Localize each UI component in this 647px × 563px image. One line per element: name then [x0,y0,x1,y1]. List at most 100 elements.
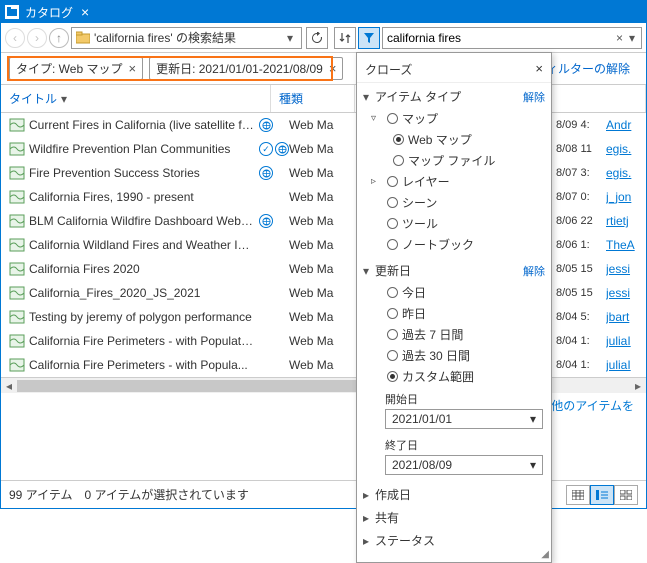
row-type: Web Ma [289,190,349,204]
filter-panel-close-icon[interactable]: × [535,61,543,78]
address-bar[interactable]: 'california fires' の検索結果 ▾ [71,27,302,49]
filter-panel-title: クローズ [365,61,412,78]
row-date: 8/07 3: [556,167,606,179]
chip-remove-icon[interactable]: × [128,61,136,76]
node-tool[interactable]: ツール [371,213,545,234]
search-clear-icon[interactable]: × [612,31,627,45]
radio-icon[interactable] [387,287,398,298]
radio-icon[interactable] [387,197,398,208]
nav-up-button[interactable]: ↑ [49,28,69,48]
address-dropdown-icon[interactable]: ▾ [283,31,297,45]
node-map-file[interactable]: マップ ファイル [393,150,545,171]
radio-icon[interactable] [393,134,404,145]
radio-icon[interactable] [387,371,398,382]
chip-remove-icon[interactable]: × [329,61,337,76]
node-custom[interactable]: カスタム範囲 [371,366,545,387]
row-owner-link[interactable]: jessi [606,286,642,300]
nav-back-button[interactable]: ‹ [5,28,25,48]
map-item-icon [9,357,25,373]
radio-icon[interactable] [393,155,404,166]
chip-label: 更新日: 2021/01/01-2021/08/09 [156,60,323,77]
column-type[interactable]: 種類 [271,85,355,112]
map-item-icon [9,261,25,277]
caret-down-icon: ▾ [363,90,375,104]
row-date: 8/04 5: [556,311,606,323]
row-owner-link[interactable]: jbart [606,310,642,324]
node-layer[interactable]: ▹レイヤー [371,171,545,192]
search-dropdown-icon[interactable]: ▾ [627,31,637,45]
caret-right-icon: ▹ [371,176,383,187]
caret-right-icon: ▸ [363,511,375,525]
row-type: Web Ma [289,310,349,324]
node-last7[interactable]: 過去 7 日間 [371,324,545,345]
filter-chip-type[interactable]: タイプ: Web マップ × [9,57,143,80]
row-owner-link[interactable]: juliaI [606,334,642,348]
scroll-left-icon[interactable]: ◂ [1,379,17,393]
row-title: Testing by jeremy of polygon performance [29,310,259,324]
row-title: Fire Prevention Success Stories [29,166,259,180]
node-last30[interactable]: 過去 30 日間 [371,345,545,366]
row-owner-link[interactable]: egis. [606,142,642,156]
row-title: Current Fires in California (live satell… [29,118,259,132]
row-type: Web Ma [289,166,349,180]
column-title[interactable]: タイトル ▾ [1,85,271,112]
radio-icon[interactable] [387,350,398,361]
radio-icon[interactable] [387,329,398,340]
scroll-right-icon[interactable]: ▸ [630,379,646,393]
map-item-icon [9,309,25,325]
radio-icon[interactable] [387,113,398,124]
filter-button[interactable] [358,27,380,49]
row-owner-link[interactable]: juliaI [606,358,642,372]
radio-icon[interactable] [387,308,398,319]
caret-down-icon: ▿ [371,113,383,124]
section-status[interactable]: ▸ステータス [363,529,545,552]
release-link[interactable]: 解除 [523,263,545,279]
row-owner-link[interactable]: Andr [606,118,642,132]
section-updated[interactable]: ▾ 更新日 解除 [363,259,545,282]
map-item-icon [9,213,25,229]
section-item-type[interactable]: ▾ アイテム タイプ 解除 [363,85,545,108]
row-owner-link[interactable]: j_jon [606,190,642,204]
row-owner-link[interactable]: jessi [606,262,642,276]
row-type: Web Ma [289,262,349,276]
end-date-input[interactable]: 2021/08/09▾ [385,455,543,475]
filter-chip-date[interactable]: 更新日: 2021/01/01-2021/08/09 × [149,57,343,80]
radio-icon[interactable] [387,176,398,187]
sort-button[interactable] [334,27,356,49]
nav-forward-button[interactable]: › [27,28,47,48]
address-text: 'california fires' の検索結果 [94,29,236,46]
item-count: 99 アイテム [9,486,72,503]
node-map[interactable]: ▿マップ [371,108,545,129]
row-date: 8/05 15 [556,263,606,275]
search-box[interactable]: × ▾ [382,27,642,49]
node-today[interactable]: 今日 [371,282,545,303]
search-input[interactable] [387,31,612,45]
row-owner-link[interactable]: TheA [606,238,642,252]
refresh-button[interactable] [306,27,328,49]
section-shared[interactable]: ▸共有 [363,506,545,529]
section-created[interactable]: ▸作成日 [363,483,545,506]
caret-down-icon: ▾ [363,264,375,278]
row-owner-link[interactable]: rtietj [606,214,642,228]
dropdown-icon[interactable]: ▾ [530,458,536,472]
toolbar: ‹ › ↑ 'california fires' の検索結果 ▾ × ▾ [1,23,646,53]
row-date: 8/06 22 [556,215,606,227]
view-table-button[interactable] [566,485,590,505]
filter-panel: クローズ × ▾ アイテム タイプ 解除 ▿マップ Web マップ マップ ファ… [356,52,552,563]
dropdown-icon[interactable]: ▾ [530,412,536,426]
radio-icon[interactable] [387,218,398,229]
release-link[interactable]: 解除 [523,89,545,105]
node-notebook[interactable]: ノートブック [371,234,545,255]
radio-icon[interactable] [387,239,398,250]
row-owner-link[interactable]: egis. [606,166,642,180]
view-grid-button[interactable] [614,485,638,505]
start-date-input[interactable]: 2021/01/01▾ [385,409,543,429]
row-date: 8/05 15 [556,287,606,299]
tab-close-icon[interactable]: × [81,4,89,20]
node-web-map[interactable]: Web マップ [393,129,545,150]
public-badge-icon [259,214,273,228]
node-scene[interactable]: シーン [371,192,545,213]
node-yesterday[interactable]: 昨日 [371,303,545,324]
resize-grip-icon[interactable]: ◢ [541,549,549,560]
view-list-button[interactable] [590,485,614,505]
